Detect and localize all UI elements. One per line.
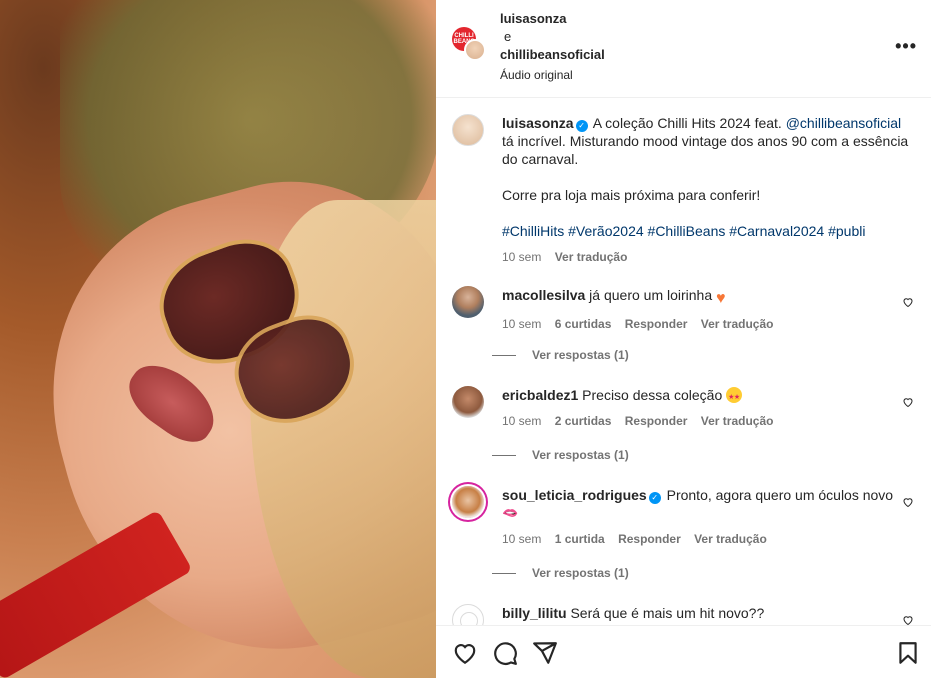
action-bar [436,625,931,678]
share-icon[interactable] [532,640,558,666]
reply-button[interactable]: Responder [618,532,681,546]
caption-username[interactable]: luisasonza [502,115,574,131]
post-header: CHILLI BEANS luisasonza e chillibeansofi… [436,0,931,98]
avatar[interactable] [452,604,484,625]
post-image[interactable] [0,0,436,678]
likes-count[interactable]: 6 curtidas [555,317,612,331]
likes-count[interactable]: 2 curtidas [555,414,612,428]
author-username[interactable]: luisasonza [500,10,605,28]
timestamp[interactable]: 10 sem [502,414,541,428]
comment-text: Pronto, agora quero um óculos novo [666,487,894,503]
reply-button[interactable]: Responder [625,414,688,428]
heart-icon[interactable] [452,640,478,666]
comments-scroll[interactable]: luisasonza ✓ A coleção Chilli Hits 2024 f… [436,99,931,625]
user-avatar[interactable] [464,39,486,61]
bookmark-icon[interactable] [895,640,921,666]
caption-text: Corre pra loja mais próxima para conferi… [502,187,761,203]
like-comment-icon[interactable] [902,614,914,625]
mention-link[interactable]: @chillibeansoficial [786,115,901,131]
post-panel: CHILLI BEANS luisasonza e chillibeansofi… [436,0,931,678]
hashtags[interactable]: #ChilliHits #Verão2024 #ChilliBeans #Car… [502,222,910,240]
comment-text: Preciso dessa coleção [582,387,723,403]
view-replies-button[interactable]: Ver respostas (1) [492,348,629,362]
more-options-button[interactable]: ••• [895,36,917,57]
comment-emoji: 🫦 [502,505,519,520]
likes-count[interactable]: 1 curtida [555,532,605,546]
verified-icon: ✓ [575,120,588,132]
star-struck-icon [726,387,743,407]
timestamp[interactable]: 10 sem [502,532,541,546]
view-replies-button[interactable]: Ver respostas (1) [492,566,629,580]
author-joiner: e [504,29,512,44]
avatar[interactable] [452,286,484,318]
translate-link[interactable]: Ver tradução [694,532,767,546]
translate-link[interactable]: Ver tradução [555,250,628,264]
avatar[interactable] [452,386,484,418]
comment-username[interactable]: ericbaldez1 [502,387,578,403]
like-comment-icon[interactable] [902,396,914,408]
reply-button[interactable]: Responder [625,317,688,331]
coauthor-username[interactable]: chillibeansoficial [500,46,605,64]
like-comment-icon[interactable] [902,296,914,308]
comment-text: Será que é mais um hit novo?? [570,605,765,621]
translate-link[interactable]: Ver tradução [701,317,774,331]
verified-icon: ✓ [648,492,661,504]
timestamp[interactable]: 10 sem [502,250,541,264]
timestamp[interactable]: 10 sem [502,317,541,331]
caption-text: tá incrível. Misturando mood vintage dos… [502,133,909,167]
comment-text: já quero um loirinha [589,287,713,303]
comment-icon[interactable] [492,640,518,666]
comment-username[interactable]: macollesilva [502,287,585,303]
like-comment-icon[interactable] [902,496,914,508]
translate-link[interactable]: Ver tradução [701,414,774,428]
view-replies-button[interactable]: Ver respostas (1) [492,448,629,462]
comment-username[interactable]: billy_lilitu [502,605,567,621]
caption-text: A coleção Chilli Hits 2024 feat. [592,115,782,131]
avatar[interactable] [452,486,484,518]
orange-heart-icon: ♥ [716,290,726,307]
audio-link[interactable]: Áudio original [500,66,605,84]
comment-username[interactable]: sou_leticia_rodrigues [502,487,647,503]
avatar[interactable] [452,114,484,146]
